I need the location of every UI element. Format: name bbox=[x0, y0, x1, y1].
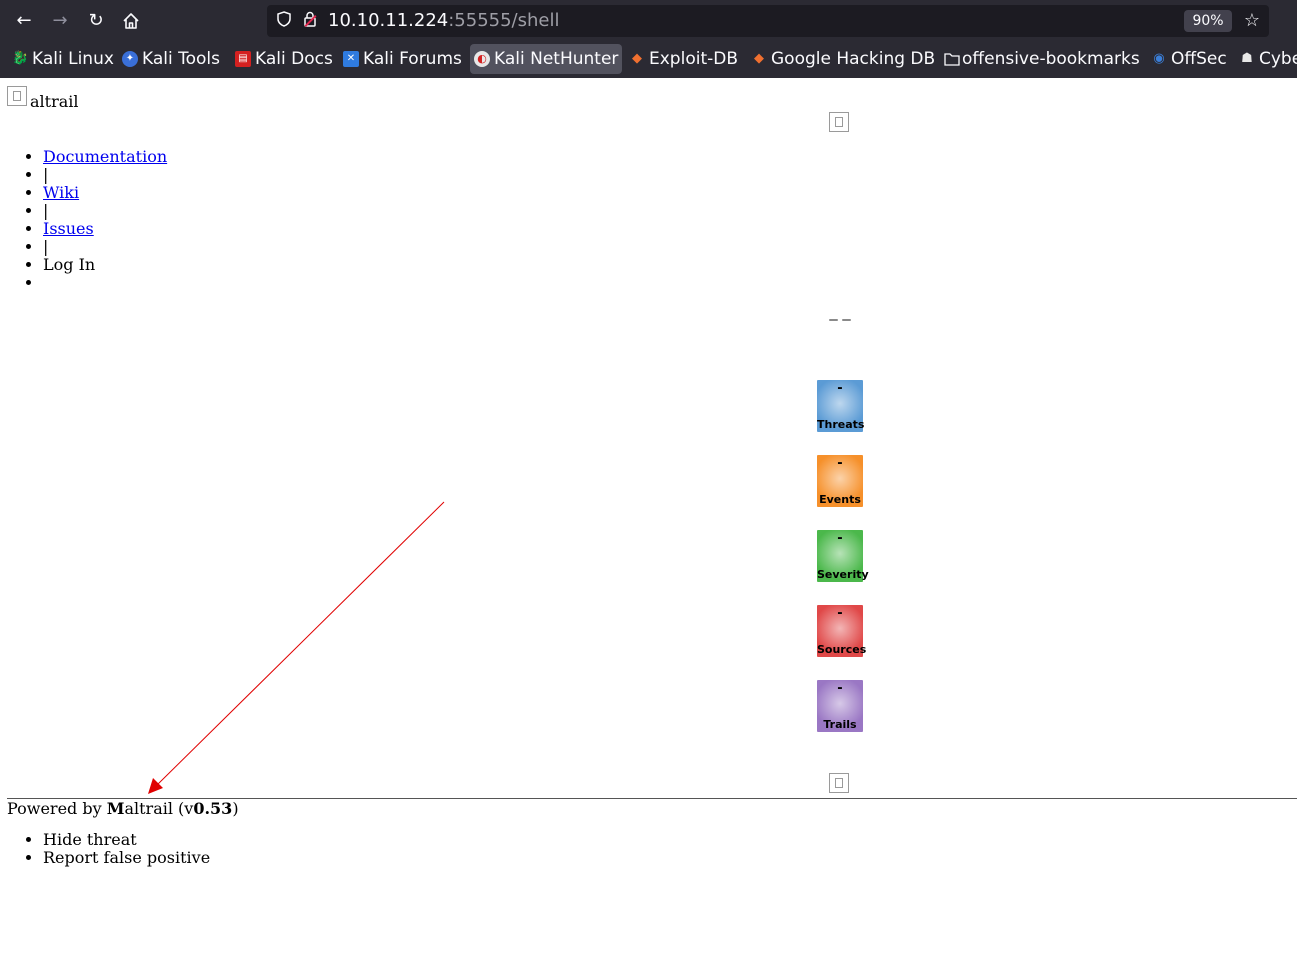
menu-item-login[interactable]: Log In bbox=[43, 256, 167, 274]
bookmark-kali-forums[interactable]: ✕ Kali Forums bbox=[339, 44, 466, 74]
reload-button[interactable]: ↻ bbox=[84, 9, 108, 33]
bookmark-label: OffSec bbox=[1171, 49, 1227, 69]
menu-separator: | bbox=[43, 166, 167, 184]
url-host: 10.10.11.224 bbox=[328, 10, 449, 31]
footer-powered-by: Powered by Maltrail (v0.53) bbox=[7, 799, 239, 819]
footer-version-close: ) bbox=[232, 799, 239, 818]
bookmark-cyber[interactable]: ☗ Cybe bbox=[1235, 44, 1297, 74]
stat-value: - bbox=[837, 381, 843, 396]
bookmark-label: Exploit-DB bbox=[649, 49, 738, 69]
stat-label: Severity bbox=[817, 568, 869, 581]
insecure-lock-icon[interactable] bbox=[302, 11, 318, 31]
offsec-icon: ◉ bbox=[1153, 51, 1165, 66]
stat-events[interactable]: - Events bbox=[817, 455, 863, 507]
bookmark-kali-tools[interactable]: ✦ Kali Tools bbox=[118, 44, 224, 74]
menu-item-empty bbox=[43, 274, 167, 292]
tracking-protection-shield-icon[interactable] bbox=[275, 11, 293, 31]
navigation-toolbar: ← → ↻ 10.10.11.224:55555/shell 90% ☆ bbox=[0, 0, 1297, 42]
bookmark-kali-nethunter[interactable]: ◐ Kali NetHunter bbox=[470, 44, 623, 74]
stat-value: - bbox=[837, 681, 843, 696]
kali-forums-icon: ✕ bbox=[343, 51, 359, 67]
issues-link[interactable]: Issues bbox=[43, 219, 94, 238]
bookmark-label: offensive-bookmarks bbox=[962, 49, 1140, 69]
bookmark-offsec[interactable]: ◉ OffSec bbox=[1147, 44, 1231, 74]
bookmark-label: Cybe bbox=[1259, 49, 1297, 69]
zoom-level-button[interactable]: 90% bbox=[1184, 10, 1232, 32]
stat-severity[interactable]: - Severity bbox=[817, 530, 869, 582]
cyber-icon: ☗ bbox=[1241, 51, 1253, 66]
bookmark-google-hacking-db[interactable]: ◆ Google Hacking DB bbox=[747, 44, 939, 74]
stat-trails[interactable]: - Trails bbox=[817, 680, 863, 732]
footer-brand-rest: altrail bbox=[124, 799, 173, 818]
stat-value: - bbox=[837, 606, 843, 621]
bookmark-kali-docs[interactable]: ▤ Kali Docs bbox=[231, 44, 337, 74]
menu-item-wiki: Wiki bbox=[43, 184, 167, 202]
header-broken-image-icon bbox=[829, 112, 849, 132]
stat-label: Threats bbox=[817, 418, 865, 431]
threat-context-menu: Hide threat Report false positive bbox=[43, 831, 210, 867]
nethunter-icon: ◐ bbox=[474, 51, 490, 67]
reload-icon: ↻ bbox=[88, 10, 104, 31]
back-button[interactable]: ← bbox=[12, 9, 36, 33]
url-path: :55555/shell bbox=[448, 10, 560, 31]
bookmark-star-icon[interactable]: ☆ bbox=[1240, 9, 1264, 33]
exploit-db-icon: ◆ bbox=[632, 51, 642, 66]
stat-threats[interactable]: - Threats bbox=[817, 380, 865, 432]
back-arrow-icon: ← bbox=[16, 10, 32, 31]
stat-label: Events bbox=[819, 493, 861, 506]
menu-item-issues: Issues bbox=[43, 220, 167, 238]
bookmark-label: Kali Forums bbox=[363, 49, 462, 69]
footer-version-open: (v bbox=[172, 799, 194, 818]
ghdb-icon: ◆ bbox=[754, 51, 764, 66]
kali-dragon-icon: 🐉 bbox=[12, 51, 29, 66]
bookmark-label: Google Hacking DB bbox=[771, 49, 936, 69]
bookmark-folder-offensive[interactable]: offensive-bookmarks bbox=[940, 44, 1144, 74]
home-icon bbox=[123, 13, 139, 29]
stat-label: Sources bbox=[817, 643, 867, 656]
header-menu: Documentation | Wiki | Issues | Log In bbox=[43, 148, 167, 292]
wiki-link[interactable]: Wiki bbox=[43, 183, 79, 202]
bookmark-exploit-db[interactable]: ◆ Exploit-DB bbox=[625, 44, 742, 74]
bookmark-kali-linux[interactable]: 🐉 Kali Linux bbox=[8, 44, 118, 74]
menu-separator: | bbox=[43, 238, 167, 256]
footer-prefix: Powered by bbox=[7, 799, 107, 818]
footer-brand-initial: M bbox=[106, 799, 125, 818]
forward-button[interactable]: → bbox=[48, 9, 72, 33]
bookmarks-toolbar: 🐉 Kali Linux ✦ Kali Tools ▤ Kali Docs ✕ Kali… bbox=[0, 42, 1297, 78]
folder-icon bbox=[944, 53, 960, 66]
bookmark-label: Kali Tools bbox=[142, 49, 220, 69]
home-button[interactable] bbox=[119, 9, 143, 33]
page-content: altrail Documentation | Wiki | Issues | … bbox=[0, 78, 1297, 972]
chart-broken-image-icon bbox=[829, 773, 849, 793]
menu-separator: | bbox=[43, 202, 167, 220]
bookmark-label: Kali Docs bbox=[255, 49, 333, 69]
stat-value: - bbox=[837, 531, 843, 546]
bookmark-label: Kali NetHunter bbox=[494, 49, 619, 69]
footer-version: 0.53 bbox=[193, 799, 233, 818]
report-false-positive-item[interactable]: Report false positive bbox=[43, 849, 210, 867]
logo-text: altrail bbox=[30, 92, 79, 111]
menu-item-documentation: Documentation bbox=[43, 148, 167, 166]
hide-threat-item[interactable]: Hide threat bbox=[43, 831, 210, 849]
url-text[interactable]: 10.10.11.224:55555/shell bbox=[328, 9, 560, 33]
bookmark-label: Kali Linux bbox=[32, 49, 114, 69]
stat-label: Trails bbox=[823, 718, 857, 731]
stat-sources[interactable]: - Sources bbox=[817, 605, 867, 657]
logo-broken-image-icon bbox=[7, 86, 27, 106]
address-bar[interactable]: 10.10.11.224:55555/shell 90% ☆ bbox=[267, 5, 1269, 37]
stat-value: - bbox=[837, 456, 843, 471]
kali-docs-icon: ▤ bbox=[235, 51, 251, 67]
kali-tools-icon: ✦ bbox=[122, 51, 138, 67]
browser-chrome: ← → ↻ 10.10.11.224:55555/shell 90% ☆ 🐉 Ka bbox=[0, 0, 1297, 78]
period-placeholder-dashes bbox=[829, 319, 853, 323]
documentation-link[interactable]: Documentation bbox=[43, 147, 167, 166]
forward-arrow-icon: → bbox=[52, 10, 68, 31]
